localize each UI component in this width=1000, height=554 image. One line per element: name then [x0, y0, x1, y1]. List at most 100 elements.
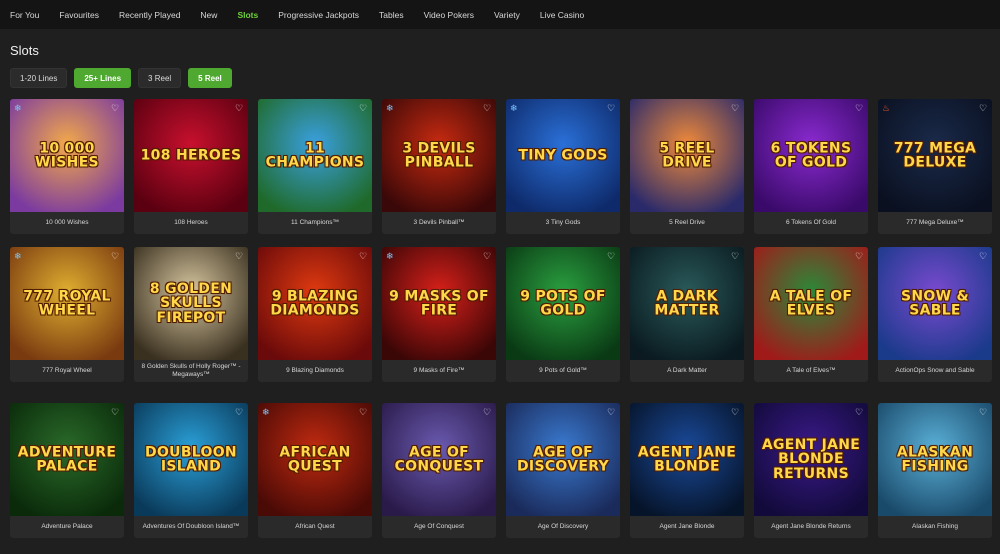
game-name: 8 Golden Skulls of Holly Roger™ - Megawa… [141, 362, 241, 378]
filter-chip-25-lines[interactable]: 25+ Lines [74, 68, 132, 88]
favourite-heart-icon[interactable]: ♡ [358, 103, 368, 113]
favourite-heart-icon[interactable]: ♡ [606, 103, 616, 113]
game-thumbnail[interactable]: 10 000 WISHES ❄ ♡ [10, 99, 124, 212]
game-tile[interactable]: 6 TOKENS OF GOLD ♡ 6 Tokens Of Gold [754, 99, 868, 234]
game-tile[interactable]: AGE OF DISCOVERY ♡ Age Of Discovery [506, 403, 620, 538]
game-logo-art: TINY GODS [518, 147, 608, 164]
filter-chip-5-reel[interactable]: 5 Reel [188, 68, 232, 88]
game-tile[interactable]: 11 CHAMPIONS ♡ 11 Champions™ [258, 99, 372, 234]
filter-chip-1-20-lines[interactable]: 1-20 Lines [10, 68, 68, 88]
game-logo-art: 777 ROYAL WHEEL [23, 287, 111, 319]
game-logo-art: 777 MEGA DELUXE [893, 139, 977, 171]
game-thumbnail[interactable]: 6 TOKENS OF GOLD ♡ [754, 99, 868, 212]
game-thumbnail[interactable]: 777 ROYAL WHEEL ❄ ♡ [10, 247, 124, 360]
game-tile[interactable]: AFRICAN QUEST ❄ ♡ African Quest [258, 403, 372, 538]
favourite-heart-icon[interactable]: ♡ [606, 251, 616, 261]
game-tile[interactable]: 9 POTS OF GOLD ♡ 9 Pots of Gold™ [506, 247, 620, 382]
game-tile[interactable]: TINY GODS ❄ ♡ 3 Tiny Gods [506, 99, 620, 234]
game-logo-art: 10 000 WISHES [35, 139, 99, 171]
favourite-heart-icon[interactable]: ♡ [110, 103, 120, 113]
game-logo-art: 5 REEL DRIVE [659, 139, 715, 171]
game-thumbnail[interactable]: 9 POTS OF GOLD ♡ [506, 247, 620, 360]
game-logo-art: A TALE OF ELVES [769, 287, 853, 319]
filter-chip-3-reel[interactable]: 3 Reel [138, 68, 182, 88]
game-thumbnail[interactable]: AGE OF DISCOVERY ♡ [506, 403, 620, 516]
game-tile[interactable]: 108 HEROES ♡ 108 Heroes [134, 99, 248, 234]
fire-icon: ♨ [882, 103, 891, 113]
nav-tab-live-casino[interactable]: Live Casino [540, 10, 584, 20]
game-tile[interactable]: 777 ROYAL WHEEL ❄ ♡ 777 Royal Wheel [10, 247, 124, 382]
game-tile[interactable]: A TALE OF ELVES ♡ A Tale of Elves™ [754, 247, 868, 382]
favourite-heart-icon[interactable]: ♡ [358, 407, 368, 417]
game-thumbnail[interactable]: AFRICAN QUEST ❄ ♡ [258, 403, 372, 516]
nav-tab-video-pokers[interactable]: Video Pokers [424, 10, 474, 20]
game-thumbnail[interactable]: A DARK MATTER ♡ [630, 247, 744, 360]
nav-tab-slots[interactable]: Slots [237, 10, 258, 20]
favourite-heart-icon[interactable]: ♡ [854, 103, 864, 113]
game-logo-art: AGE OF CONQUEST [394, 443, 484, 475]
favourite-heart-icon[interactable]: ♡ [854, 407, 864, 417]
snowflake-icon: ❄ [14, 103, 22, 113]
game-thumbnail[interactable]: 9 MASKS OF FIRE ❄ ♡ [382, 247, 496, 360]
game-name: 6 Tokens Of Gold [785, 218, 837, 226]
game-tile[interactable]: A DARK MATTER ♡ A Dark Matter [630, 247, 744, 382]
favourite-heart-icon[interactable]: ♡ [234, 251, 244, 261]
favourite-heart-icon[interactable]: ♡ [110, 407, 120, 417]
game-thumbnail[interactable]: 3 DEVILS PINBALL ❄ ♡ [382, 99, 496, 212]
nav-tab-favourites[interactable]: Favourites [59, 10, 99, 20]
game-tile[interactable]: 777 MEGA DELUXE ♨ ♡ 777 Mega Deluxe™ [878, 99, 992, 234]
game-tile[interactable]: 3 DEVILS PINBALL ❄ ♡ 3 Devils Pinball™ [382, 99, 496, 234]
game-name: 9 Blazing Diamonds [286, 366, 344, 374]
game-tile[interactable]: 9 MASKS OF FIRE ❄ ♡ 9 Masks of Fire™ [382, 247, 496, 382]
game-thumbnail[interactable]: 11 CHAMPIONS ♡ [258, 99, 372, 212]
game-thumbnail[interactable]: ADVENTURE PALACE ♡ [10, 403, 124, 516]
game-thumbnail[interactable]: AGENT JANE BLONDE ♡ [630, 403, 744, 516]
nav-tab-recently-played[interactable]: Recently Played [119, 10, 180, 20]
favourite-heart-icon[interactable]: ♡ [234, 407, 244, 417]
nav-tab-tables[interactable]: Tables [379, 10, 404, 20]
game-thumbnail[interactable]: 8 GOLDEN SKULLS FIREPOT ♡ [134, 247, 248, 360]
nav-tab-variety[interactable]: Variety [494, 10, 520, 20]
game-tile[interactable]: 9 BLAZING DIAMONDS ♡ 9 Blazing Diamonds [258, 247, 372, 382]
game-name: 3 Tiny Gods [545, 218, 581, 226]
favourite-heart-icon[interactable]: ♡ [730, 103, 740, 113]
favourite-heart-icon[interactable]: ♡ [730, 251, 740, 261]
game-name: Age Of Conquest [414, 522, 464, 530]
game-tile[interactable]: AGENT JANE BLONDE ♡ Agent Jane Blonde [630, 403, 744, 538]
game-thumbnail[interactable]: TINY GODS ❄ ♡ [506, 99, 620, 212]
game-tile[interactable]: AGENT JANE BLONDE RETURNS ♡ Agent Jane Blo… [754, 403, 868, 538]
game-tile[interactable]: ADVENTURE PALACE ♡ Adventure Palace [10, 403, 124, 538]
favourite-heart-icon[interactable]: ♡ [978, 103, 988, 113]
game-thumbnail[interactable]: ALASKAN FISHING ♡ [878, 403, 992, 516]
favourite-heart-icon[interactable]: ♡ [606, 407, 616, 417]
favourite-heart-icon[interactable]: ♡ [482, 103, 492, 113]
nav-tab-for-you[interactable]: For You [10, 10, 39, 20]
favourite-heart-icon[interactable]: ♡ [110, 251, 120, 261]
game-thumbnail[interactable]: AGE OF CONQUEST ♡ [382, 403, 496, 516]
game-tile[interactable]: AGE OF CONQUEST ♡ Age Of Conquest [382, 403, 496, 538]
game-thumbnail[interactable]: SNOW & SABLE ♡ [878, 247, 992, 360]
favourite-heart-icon[interactable]: ♡ [854, 251, 864, 261]
game-thumbnail[interactable]: 777 MEGA DELUXE ♨ ♡ [878, 99, 992, 212]
favourite-heart-icon[interactable]: ♡ [730, 407, 740, 417]
game-thumbnail[interactable]: A TALE OF ELVES ♡ [754, 247, 868, 360]
favourite-heart-icon[interactable]: ♡ [978, 251, 988, 261]
game-thumbnail[interactable]: DOUBLOON ISLAND ♡ [134, 403, 248, 516]
game-thumbnail[interactable]: 9 BLAZING DIAMONDS ♡ [258, 247, 372, 360]
favourite-heart-icon[interactable]: ♡ [358, 251, 368, 261]
game-tile[interactable]: 10 000 WISHES ❄ ♡ 10 000 Wishes [10, 99, 124, 234]
game-tile[interactable]: ALASKAN FISHING ♡ Alaskan Fishing [878, 403, 992, 538]
nav-tab-progressive-jackpots[interactable]: Progressive Jackpots [278, 10, 359, 20]
game-thumbnail[interactable]: AGENT JANE BLONDE RETURNS ♡ [754, 403, 868, 516]
favourite-heart-icon[interactable]: ♡ [234, 103, 244, 113]
game-thumbnail[interactable]: 108 HEROES ♡ [134, 99, 248, 212]
game-tile[interactable]: 5 REEL DRIVE ♡ 5 Reel Drive [630, 99, 744, 234]
favourite-heart-icon[interactable]: ♡ [482, 407, 492, 417]
favourite-heart-icon[interactable]: ♡ [482, 251, 492, 261]
game-tile[interactable]: 8 GOLDEN SKULLS FIREPOT ♡ 8 Golden Skulls … [134, 247, 248, 382]
game-thumbnail[interactable]: 5 REEL DRIVE ♡ [630, 99, 744, 212]
game-tile[interactable]: SNOW & SABLE ♡ ActionOps Snow and Sable [878, 247, 992, 382]
favourite-heart-icon[interactable]: ♡ [978, 407, 988, 417]
game-tile[interactable]: DOUBLOON ISLAND ♡ Adventures Of Doubloon I… [134, 403, 248, 538]
nav-tab-new[interactable]: New [200, 10, 217, 20]
